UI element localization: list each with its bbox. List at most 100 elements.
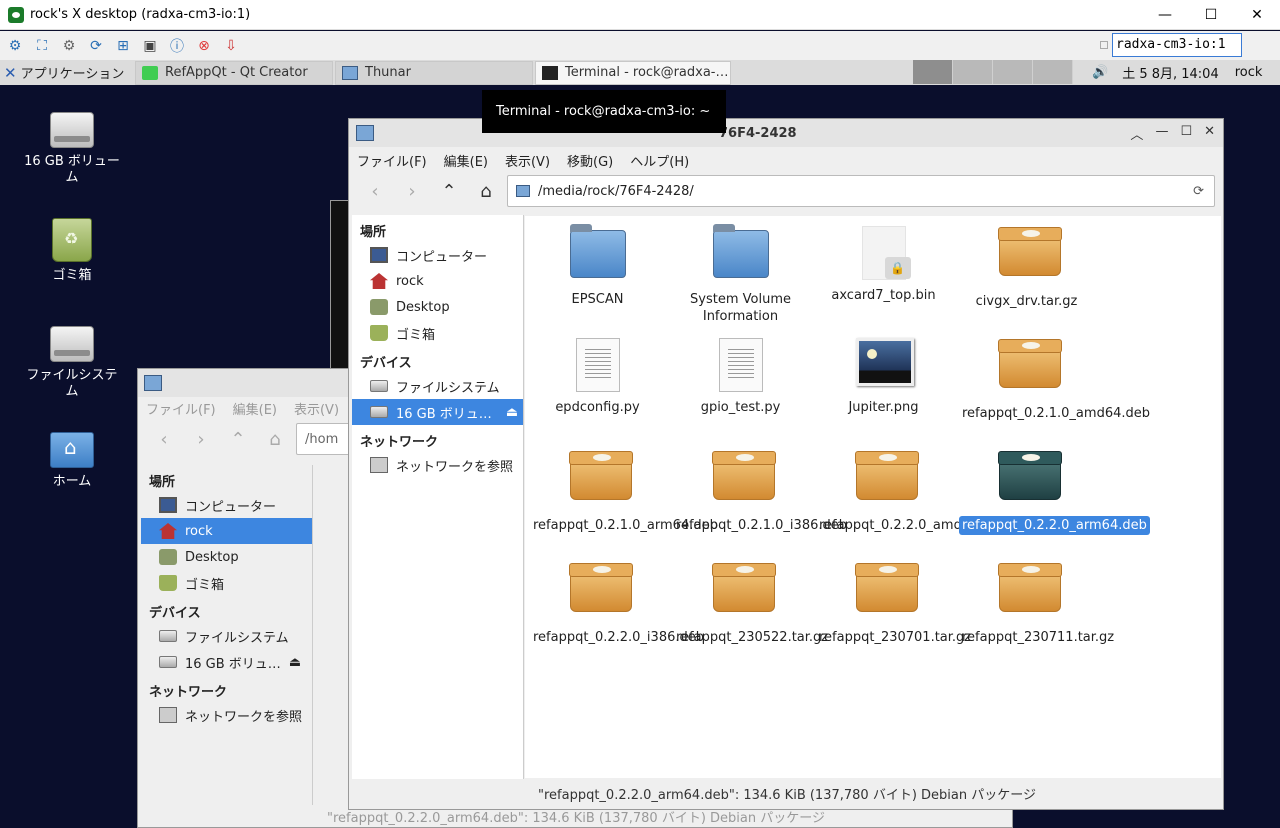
desktop-icon-filesystem[interactable]: ファイルシステム bbox=[22, 326, 122, 400]
workspace-switcher[interactable] bbox=[913, 60, 1073, 85]
minimize-icon[interactable]: — bbox=[1155, 124, 1168, 143]
host-field[interactable]: radxa-cm3-io:1 bbox=[1112, 33, 1242, 57]
sidebar-item-filesystem[interactable]: ファイルシステム bbox=[352, 373, 523, 399]
user-menu[interactable]: rock bbox=[1235, 65, 1263, 80]
sidebar-item-filesystem[interactable]: ファイルシステム bbox=[141, 623, 312, 649]
home-icon[interactable]: ⌂ bbox=[470, 175, 502, 207]
menu-edit[interactable]: 編集(E) bbox=[444, 151, 488, 170]
file-item[interactable]: refappqt_0.2.1.0_i386.deb bbox=[673, 450, 847, 535]
refresh-icon[interactable]: ⟳ bbox=[85, 35, 107, 57]
close-button[interactable]: ✕ bbox=[1234, 0, 1280, 30]
workspace-4[interactable] bbox=[1033, 60, 1073, 84]
reload-icon[interactable]: ⟳ bbox=[1193, 184, 1204, 199]
front-window-titlebar[interactable]: 76F4-2428 ︿ — ☐ ✕ bbox=[349, 119, 1223, 147]
sidebar-item-volume[interactable]: 16 GB ボリュ… ⏏ bbox=[141, 649, 312, 675]
sidebar-item-label: コンピューター bbox=[185, 499, 277, 515]
file-item[interactable]: refappqt_0.2.2.0_arm64.deb bbox=[959, 450, 1150, 535]
eject-icon[interactable]: ⏏ bbox=[289, 655, 301, 670]
file-item[interactable]: 🔒 axcard7_top.bin bbox=[816, 226, 951, 305]
file-item[interactable]: gpio_test.py bbox=[673, 338, 808, 417]
ctrl-alt-del-icon[interactable]: ▣ bbox=[139, 35, 161, 57]
file-item[interactable]: Jupiter.png bbox=[816, 338, 951, 417]
file-item[interactable]: civgx_drv.tar.gz bbox=[959, 226, 1094, 311]
task-terminal[interactable]: Terminal - rock@radxa-… bbox=[535, 60, 731, 85]
sidebar-item-browse-network[interactable]: ネットワークを参照 bbox=[141, 702, 312, 728]
eject-icon[interactable]: ⏏ bbox=[506, 405, 518, 420]
options-icon[interactable]: ⚙ bbox=[4, 35, 26, 57]
file-name: gpio_test.py bbox=[700, 400, 781, 415]
file-item[interactable]: EPSCAN bbox=[530, 224, 665, 309]
desktop-icon-home[interactable]: ホーム bbox=[22, 432, 122, 490]
sidebar-item-desktop[interactable]: Desktop bbox=[352, 294, 523, 320]
package-icon bbox=[854, 563, 919, 622]
sidebar-item-volume[interactable]: 16 GB ボリュ… ⏏ bbox=[352, 399, 523, 425]
minimize-button[interactable]: — bbox=[1142, 0, 1188, 30]
volume-icon[interactable]: 🔊 bbox=[1092, 65, 1108, 80]
workspace-1[interactable] bbox=[913, 60, 953, 84]
fullscreen-icon[interactable]: ⛶ bbox=[31, 35, 53, 57]
location-bar[interactable]: /hom bbox=[296, 423, 356, 455]
clock[interactable]: 土 5 8月, 14:04 bbox=[1122, 63, 1219, 82]
location-text: /hom bbox=[305, 431, 339, 447]
image-file-icon bbox=[855, 338, 914, 392]
menu-file[interactable]: ファイル(F) bbox=[146, 399, 216, 418]
file-item[interactable]: System Volume Information bbox=[673, 224, 808, 326]
transfer-icon[interactable]: ⇩ bbox=[220, 35, 242, 57]
host-checkbox[interactable] bbox=[1100, 41, 1108, 49]
info-icon[interactable]: ⓘ bbox=[166, 35, 188, 57]
desktop-icon-label: ホーム bbox=[52, 474, 92, 489]
forward-arrow-icon[interactable]: › bbox=[396, 175, 428, 207]
file-item[interactable]: refappqt_0.2.2.0_i386.deb bbox=[530, 562, 704, 647]
file-item[interactable]: refappqt_0.2.2.0_amd64.deb bbox=[816, 450, 1007, 535]
settings-gear-icon[interactable]: ⚙ bbox=[58, 35, 80, 57]
close-icon[interactable]: ✕ bbox=[1204, 124, 1215, 143]
task-qtcreator[interactable]: RefAppQt - Qt Creator bbox=[135, 60, 333, 85]
workspace-2[interactable] bbox=[953, 60, 993, 84]
sidebar-item-computer[interactable]: コンピューター bbox=[141, 492, 312, 518]
file-item[interactable]: refappqt_230701.tar.gz bbox=[816, 562, 971, 647]
menu-go[interactable]: 移動(G) bbox=[567, 151, 613, 170]
desktop-icon-trash[interactable]: ゴミ箱 bbox=[22, 218, 122, 284]
desktop-icon-volume[interactable]: 16 GB ボリューム bbox=[22, 112, 122, 186]
maximize-button[interactable]: ☐ bbox=[1188, 0, 1234, 30]
menu-help[interactable]: ヘルプ(H) bbox=[630, 151, 689, 170]
file-item[interactable]: epdconfig.py bbox=[530, 338, 665, 417]
menu-edit[interactable]: 編集(E) bbox=[233, 399, 277, 418]
shade-icon[interactable]: ︿ bbox=[1130, 124, 1143, 143]
menu-view[interactable]: 表示(V) bbox=[505, 151, 550, 170]
applications-menu[interactable]: ✕ アプリケーション bbox=[0, 63, 133, 83]
vnc-window-title: rock's X desktop (radxa-cm3-io:1) bbox=[30, 7, 251, 22]
back-arrow-icon[interactable]: ‹ bbox=[359, 175, 391, 207]
workspace-3[interactable] bbox=[993, 60, 1033, 84]
forward-arrow-icon[interactable]: › bbox=[185, 423, 217, 455]
location-bar[interactable]: /media/rock/76F4-2428/ ⟳ bbox=[507, 175, 1215, 207]
file-item[interactable]: refappqt_230711.tar.gz bbox=[959, 562, 1114, 647]
sidebar-item-label: rock bbox=[185, 523, 213, 539]
sidebar-item-label: 16 GB ボリュ… bbox=[396, 406, 492, 422]
menu-view[interactable]: 表示(V) bbox=[294, 399, 339, 418]
sidebar-item-rock[interactable]: rock bbox=[352, 268, 523, 294]
computer-icon bbox=[370, 247, 388, 263]
file-item[interactable]: refappqt_0.2.1.0_amd64.deb bbox=[959, 338, 1150, 423]
file-name: refappqt_0.2.2.0_arm64.deb bbox=[959, 516, 1150, 535]
sidebar-item-computer[interactable]: コンピューター bbox=[352, 242, 523, 268]
sidebar-item-browse-network[interactable]: ネットワークを参照 bbox=[352, 452, 523, 478]
applications-label: アプリケーション bbox=[20, 67, 125, 82]
back-arrow-icon[interactable]: ‹ bbox=[148, 423, 180, 455]
sidebar-item-trash[interactable]: ゴミ箱 bbox=[141, 570, 312, 596]
menu-file[interactable]: ファイル(F) bbox=[357, 151, 427, 170]
sidebar-item-rock[interactable]: rock bbox=[141, 518, 312, 544]
file-name: refappqt_230701.tar.gz bbox=[819, 630, 972, 645]
terminal-window-behind[interactable] bbox=[330, 200, 350, 370]
maximize-icon[interactable]: ☐ bbox=[1180, 124, 1192, 143]
sidebar-item-desktop[interactable]: Desktop bbox=[141, 544, 312, 570]
home-icon[interactable]: ⌂ bbox=[259, 423, 291, 455]
up-arrow-icon[interactable]: ⌃ bbox=[222, 423, 254, 455]
file-item[interactable]: refappqt_230522.tar.gz bbox=[673, 562, 828, 647]
file-item[interactable]: refappqt_0.2.1.0_arm64.deb bbox=[530, 450, 718, 535]
windows-key-icon[interactable]: ⊞ bbox=[112, 35, 134, 57]
task-thunar[interactable]: Thunar bbox=[335, 60, 533, 85]
up-arrow-icon[interactable]: ⌃ bbox=[433, 175, 465, 207]
disconnect-icon[interactable]: ⊗ bbox=[193, 35, 215, 57]
sidebar-item-trash[interactable]: ゴミ箱 bbox=[352, 320, 523, 346]
